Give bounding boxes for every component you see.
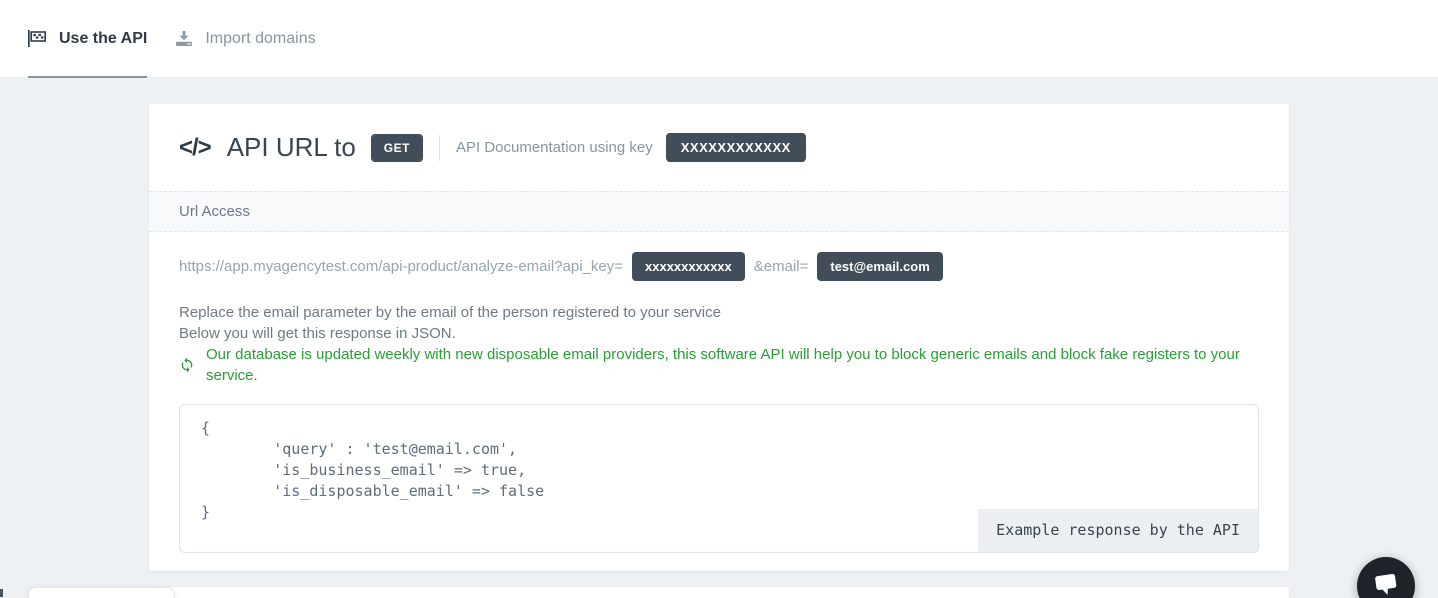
chat-bubble-icon	[1371, 570, 1401, 598]
card-title: API URL to	[227, 132, 356, 163]
note-text: Our database is updated weekly with new …	[206, 344, 1259, 386]
instruction-line: Replace the email parameter by the email…	[179, 302, 1259, 323]
api-key-badge: XXXXXXXXXXXX	[666, 133, 806, 162]
header-divider	[439, 135, 440, 161]
code-brackets-icon: </>	[179, 134, 211, 162]
instruction-line: Below you will get this response in JSON…	[179, 323, 1259, 344]
next-card-partial	[149, 587, 1289, 598]
code-line: {	[201, 418, 1258, 439]
api-url-base: https://app.myagencytest.com/api-product…	[179, 258, 623, 275]
left-edge-icon-fragment	[0, 589, 3, 597]
code-line: 'query' : 'test@email.com',	[201, 439, 1258, 460]
http-method-badge: GET	[371, 134, 423, 162]
tab-use-the-api[interactable]: Use the API	[28, 0, 147, 77]
card-subtitle: API Documentation using key	[456, 139, 653, 156]
instructions-block: Replace the email parameter by the email…	[179, 302, 1259, 386]
page-content: </> API URL to GET API Documentation usi…	[0, 79, 1438, 598]
api-url-line: https://app.myagencytest.com/api-product…	[179, 252, 1259, 281]
tab-label: Use the API	[59, 30, 147, 48]
code-caption: Example response by the API	[978, 509, 1258, 552]
tab-label: Import domains	[205, 30, 315, 48]
tab-bar: Use the API Import domains	[0, 0, 1438, 78]
code-line: 'is_business_email' => true,	[201, 460, 1258, 481]
api-card-body: https://app.myagencytest.com/api-product…	[149, 232, 1289, 571]
url-email-param: &email=	[754, 258, 809, 275]
flag-checkered-icon	[28, 30, 47, 47]
database-update-note: Our database is updated weekly with new …	[179, 344, 1259, 386]
sync-refresh-icon	[179, 357, 195, 373]
tab-import-domains[interactable]: Import domains	[175, 0, 315, 77]
example-response-code-block: { 'query' : 'test@email.com', 'is_busine…	[179, 404, 1259, 553]
import-download-icon	[175, 31, 193, 47]
bottom-left-popup[interactable]	[28, 587, 175, 598]
url-access-section-header: Url Access	[149, 191, 1289, 232]
api-url-card: </> API URL to GET API Documentation usi…	[149, 104, 1289, 571]
url-email-badge: test@email.com	[817, 252, 942, 281]
url-api-key-badge: xxxxxxxxxxxx	[632, 252, 745, 281]
code-line: 'is_disposable_email' => false	[201, 481, 1258, 502]
api-card-header: </> API URL to GET API Documentation usi…	[149, 104, 1289, 191]
